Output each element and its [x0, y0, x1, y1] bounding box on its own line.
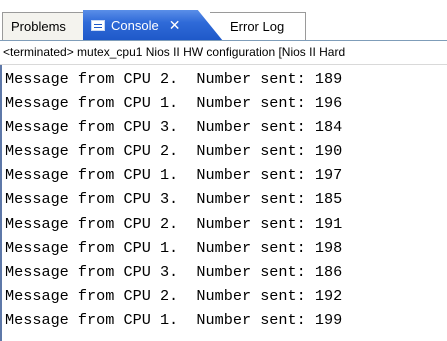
console-line: Message from CPU 1. Number sent: 199	[5, 310, 343, 329]
console-line: Message from CPU 1. Number sent: 197	[5, 166, 343, 185]
tab-strip: Problems Error Log Console ✕	[0, 0, 447, 42]
console-line: Message from CPU 3. Number sent: 186	[5, 262, 343, 281]
console-output[interactable]: Message from CPU 2. Number sent: 189 Mes…	[0, 65, 447, 341]
console-icon	[91, 20, 105, 31]
tab-problems[interactable]: Problems	[2, 12, 84, 40]
console-line: Message from CPU 2. Number sent: 192	[5, 286, 343, 305]
tab-error-log-label: Error Log	[230, 19, 285, 34]
tab-console[interactable]: Console ✕	[83, 10, 223, 41]
console-line: Message from CPU 2. Number sent: 189	[5, 70, 343, 88]
close-icon[interactable]: ✕	[169, 18, 181, 34]
console-line: Message from CPU 2. Number sent: 190	[5, 142, 343, 161]
console-line: Message from CPU 2. Number sent: 191	[5, 214, 343, 233]
tab-error-log[interactable]: Error Log	[210, 12, 306, 40]
console-line: Message from CPU 3. Number sent: 184	[5, 118, 343, 137]
launch-status: <terminated> mutex_cpu1 Nios II HW confi…	[0, 41, 447, 65]
tab-problems-label: Problems	[11, 19, 66, 34]
console-line: Message from CPU 3. Number sent: 185	[5, 190, 343, 209]
tab-console-label: Console	[111, 18, 159, 33]
console-line: Message from CPU 1. Number sent: 196	[5, 94, 343, 113]
console-line: Message from CPU 1. Number sent: 198	[5, 238, 343, 257]
console-view: Problems Error Log Console ✕ <terminated…	[0, 0, 447, 341]
